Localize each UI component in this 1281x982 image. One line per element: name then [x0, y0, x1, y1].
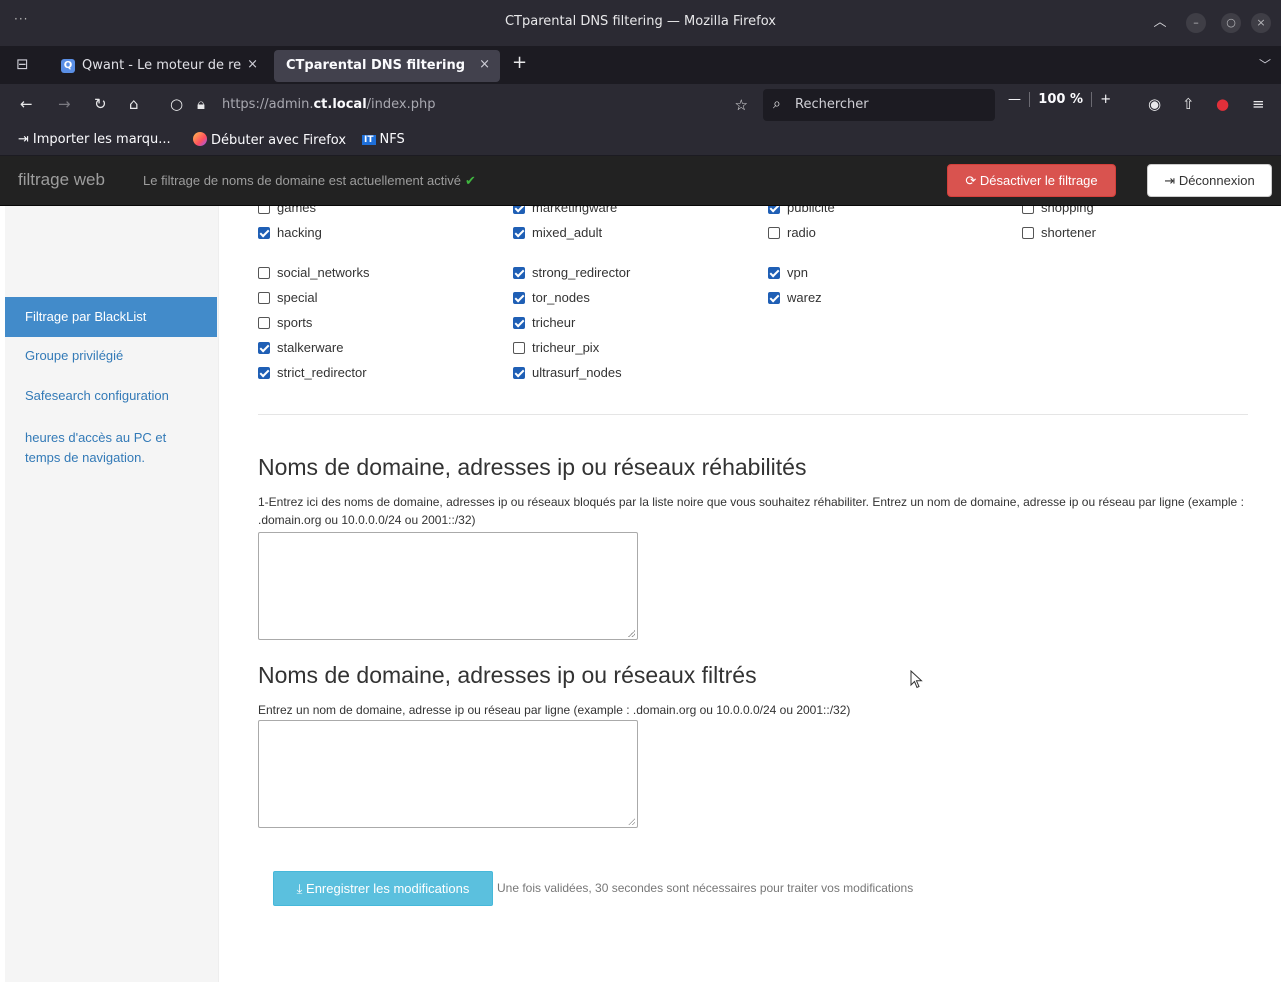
window-close-icon[interactable]: × — [1251, 13, 1271, 33]
lock-icon[interactable]: 🔒︎ — [197, 95, 205, 113]
bookmark-firefox[interactable]: Débuter avec Firefox — [193, 132, 346, 148]
sidebar-item-blacklist[interactable]: Filtrage par BlackList — [5, 297, 217, 337]
window-titlebar: ··· CTparental DNS filtering — Mozilla F… — [0, 0, 1281, 46]
resize-grip-icon[interactable] — [628, 630, 635, 637]
category-checkbox[interactable]: social_networks — [258, 265, 370, 283]
url-bar[interactable]: ○ 🔒︎ https://admin.ct.local/index.php ☆ — [160, 89, 756, 121]
disable-filter-button[interactable]: ⟳ Désactiver le filtrage — [947, 164, 1116, 197]
mouse-cursor-icon — [910, 670, 923, 689]
category-checkbox[interactable]: hacking — [258, 225, 322, 243]
new-tab-icon[interactable]: + — [512, 52, 527, 73]
category-checkbox[interactable]: tricheur — [513, 315, 575, 333]
category-checkbox[interactable]: shortener — [1022, 225, 1096, 243]
app-brand[interactable]: filtrage web — [18, 170, 105, 190]
save-button[interactable]: ⤓ Enregistrer les modifications — [273, 871, 493, 906]
category-checkbox[interactable]: radio — [768, 225, 816, 243]
zoom-out-button[interactable]: — — [1008, 92, 1025, 107]
firefox-icon — [193, 132, 207, 146]
category-checkbox[interactable]: tricheur_pix — [513, 340, 599, 358]
menu-hamburger-icon[interactable]: ≡ — [1252, 95, 1265, 113]
bookmark-nfs[interactable]: IT NFS — [362, 132, 405, 147]
category-checkbox[interactable]: vpn — [768, 265, 808, 283]
close-tab-icon[interactable]: × — [479, 57, 490, 72]
download-icon: ⤓ — [296, 881, 303, 896]
category-checkbox[interactable]: warez — [768, 290, 822, 308]
bookmark-label: NFS — [379, 132, 405, 147]
category-checkbox[interactable]: special — [258, 290, 317, 308]
home-icon[interactable]: ⌂ — [129, 95, 139, 113]
search-placeholder: Rechercher — [795, 97, 869, 112]
filtered-textarea[interactable] — [258, 720, 638, 828]
sidebar-item-access-hours[interactable]: heures d'accès au PC et temps de navigat… — [5, 428, 195, 468]
category-checkbox[interactable]: shopping — [1022, 206, 1094, 218]
import-icon: ⇥ — [18, 132, 29, 147]
category-checkbox[interactable]: ultrasurf_nodes — [513, 365, 622, 383]
ublock-icon[interactable]: ● — [1216, 95, 1229, 113]
extensions-icon[interactable]: ⇧ — [1182, 95, 1195, 113]
category-checkbox[interactable]: strong_redirector — [513, 265, 630, 283]
zoom-in-button[interactable]: + — [1096, 92, 1111, 107]
check-icon: ✔ — [464, 173, 476, 188]
window-minimize-icon[interactable]: – — [1186, 13, 1206, 33]
search-bar[interactable]: ⌕ Rechercher — [763, 89, 995, 121]
tab-qwant[interactable]: Q Qwant - Le moteur de re × — [52, 50, 268, 82]
logout-label: Déconnexion — [1178, 173, 1255, 188]
category-checkbox[interactable]: publicite — [768, 206, 835, 218]
bookmark-star-icon[interactable]: ☆ — [735, 96, 748, 114]
bookmarks-toolbar: ⇥ Importer les marqu... Débuter avec Fire… — [0, 126, 1281, 156]
search-icon: ⌕ — [773, 96, 781, 112]
sidebar-item-privileged-group[interactable]: Groupe privilégié — [5, 348, 217, 363]
window-maximize-icon[interactable]: ○ — [1221, 13, 1241, 33]
category-checkbox[interactable]: marketingware — [513, 206, 617, 218]
whitelist-help: 1-Entrez ici des noms de domaine, adress… — [258, 495, 1244, 527]
disable-filter-label: Désactiver le filtrage — [979, 173, 1098, 188]
navigation-toolbar: ← → ↻ ⌂ ○ 🔒︎ https://admin.ct.local/inde… — [0, 84, 1281, 126]
qwant-favicon-icon: Q — [61, 59, 75, 73]
tab-ctparental[interactable]: CTparental DNS filtering × — [274, 50, 500, 82]
close-tab-icon[interactable]: × — [247, 57, 258, 72]
reload-icon[interactable]: ↻ — [94, 95, 107, 113]
app-navbar: filtrage web Le filtrage de noms de doma… — [0, 156, 1281, 206]
logout-icon: ⇥ — [1164, 173, 1176, 188]
forward-icon[interactable]: → — [58, 95, 71, 113]
sidebar-item-safesearch[interactable]: Safesearch configuration — [5, 388, 217, 403]
bookmark-import[interactable]: ⇥ Importer les marqu... — [18, 132, 171, 147]
list-tabs-icon[interactable]: ﹀ — [1259, 56, 1271, 73]
whitelist-textarea[interactable] — [258, 532, 638, 640]
account-icon[interactable]: ◉ — [1148, 95, 1161, 113]
category-checkbox[interactable]: games — [258, 206, 316, 218]
tab-label: Qwant - Le moteur de re — [82, 58, 242, 73]
zoom-controls: — 100 % + — [1008, 92, 1111, 118]
tab-strip: ⊟ Q Qwant - Le moteur de re × CTparental… — [0, 46, 1281, 84]
bookmark-label: Débuter avec Firefox — [211, 133, 347, 148]
refresh-icon: ⟳ — [965, 173, 977, 188]
category-checkbox[interactable]: stalkerware — [258, 340, 343, 358]
window-title: CTparental DNS filtering — Mozilla Firef… — [504, 14, 777, 29]
sidebar: Filtrage par BlackList Groupe privilégié… — [5, 206, 219, 982]
firefox-view-icon[interactable]: ⊟ — [16, 55, 29, 73]
logout-button[interactable]: ⇥ Déconnexion — [1147, 164, 1272, 197]
url-text: https://admin.ct.local/index.php — [222, 97, 436, 112]
tracking-protection-icon[interactable]: ○ — [170, 95, 183, 113]
category-checkbox[interactable]: mixed_adult — [513, 225, 602, 243]
it-badge-icon: IT — [362, 135, 376, 145]
tab-label: CTparental DNS filtering — [286, 58, 466, 73]
window-shade-icon[interactable]: ︿ — [1150, 13, 1170, 33]
category-checkbox[interactable]: strict_redirector — [258, 365, 367, 383]
category-checkbox[interactable]: sports — [258, 315, 312, 333]
filter-status: Le filtrage de noms de domaine est actue… — [143, 173, 476, 188]
save-note: Une fois validées, 30 secondes sont néce… — [497, 881, 914, 895]
whitelist-heading: Noms de domaine, adresses ip ou réseaux … — [258, 454, 807, 480]
main-content: games marketingware publicite shopping h… — [220, 206, 1281, 982]
category-checkbox[interactable]: tor_nodes — [513, 290, 590, 308]
filtered-help: Entrez un nom de domaine, adresse ip ou … — [258, 703, 851, 717]
filtered-heading: Noms de domaine, adresses ip ou réseaux … — [258, 662, 757, 688]
save-label: Enregistrer les modifications — [306, 881, 470, 896]
resize-grip-icon[interactable] — [628, 818, 635, 825]
section-divider — [258, 414, 1248, 415]
bookmark-label: Importer les marqu... — [32, 132, 171, 147]
zoom-level[interactable]: 100 % — [1029, 92, 1092, 107]
back-icon[interactable]: ← — [20, 95, 33, 113]
